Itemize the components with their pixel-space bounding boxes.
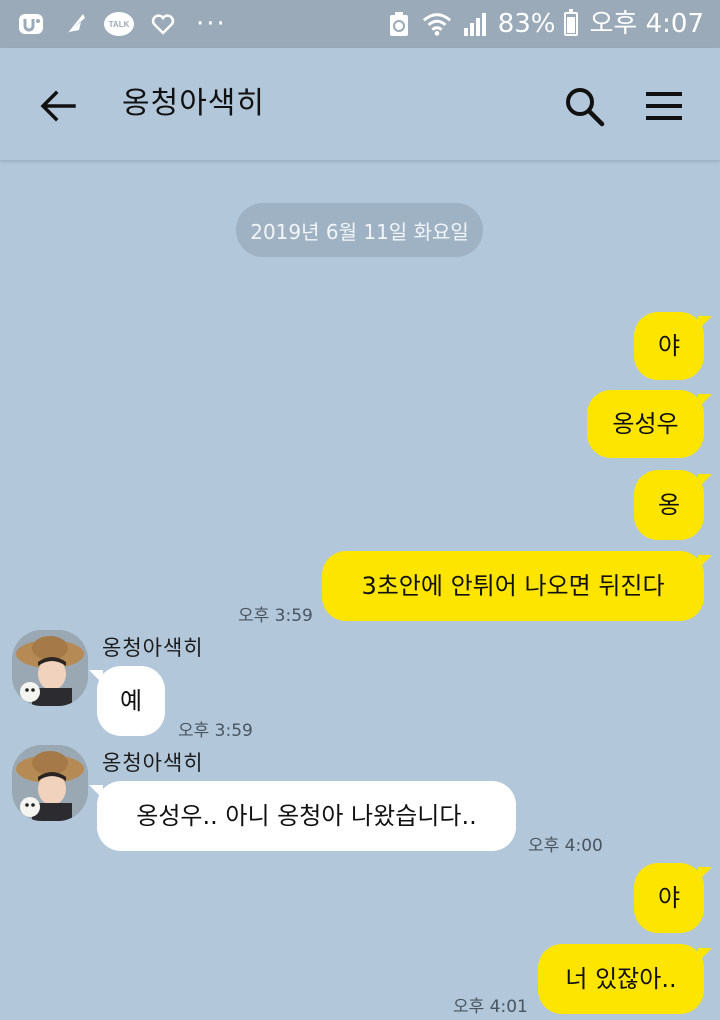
message-text: 야 (657, 884, 681, 912)
menu-button[interactable] (638, 80, 690, 132)
chat-title: 옹청아색히 (122, 86, 265, 121)
sent-message-bubble[interactable]: 야 (634, 863, 712, 933)
message-time: 오후 3:59 (238, 606, 313, 626)
notification-icons: TALK ··· (16, 9, 227, 39)
message-text: 옹성우 (612, 410, 679, 438)
avatar[interactable] (12, 630, 88, 706)
sent-message-bubble[interactable]: 옹 (634, 470, 712, 540)
battery-percent: 83% (497, 9, 556, 39)
message-text: 옹성우.. 아니 옹청아 나왔습니다.. (136, 802, 477, 830)
back-button[interactable] (34, 82, 82, 130)
message-time: 오후 3:59 (178, 721, 253, 741)
signal-icon (460, 9, 490, 39)
sender-name: 옹청아색히 (102, 636, 204, 660)
arrow-left-icon (40, 90, 76, 122)
profile-photo (12, 745, 88, 821)
status-time: 오후 4:07 (589, 9, 705, 39)
received-message-bubble[interactable]: 예 (89, 666, 165, 736)
sent-message-bubble[interactable]: 3초안에 안튀어 나오면 뒤진다 (322, 551, 712, 621)
search-icon (566, 88, 605, 127)
heart-icon (148, 9, 178, 39)
message-time: 오후 4:01 (453, 997, 528, 1017)
avatar[interactable] (12, 745, 88, 821)
hamburger-menu-icon (646, 92, 682, 120)
date-divider: 2019년 6월 11일 화요일 (236, 203, 483, 257)
message-text: 3초안에 안튀어 나오면 뒤진다 (361, 572, 665, 600)
search-button[interactable] (558, 80, 610, 132)
sent-message-bubble[interactable]: 너 있잖아.. (538, 944, 712, 1014)
chat-header: 옹청아색히 (0, 48, 720, 160)
system-status: 83% 오후 4:07 (384, 8, 704, 40)
message-text: 야 (657, 332, 681, 360)
kakaotalk-icon: TALK (104, 9, 134, 39)
app-notification-icon (16, 9, 46, 39)
message-text: 예 (119, 687, 143, 715)
message-text: 너 있잖아.. (565, 965, 677, 993)
recycle-icon (384, 9, 414, 39)
feather-app-icon (60, 9, 90, 39)
sender-name: 옹청아색히 (102, 751, 204, 775)
received-message-bubble[interactable]: 옹성우.. 아니 옹청아 나왔습니다.. (89, 781, 516, 851)
profile-photo (12, 630, 88, 706)
wifi-icon (422, 9, 452, 39)
status-bar: TALK ··· 83% 오후 4:07 (0, 0, 720, 48)
battery-icon (563, 9, 578, 36)
sent-message-bubble[interactable]: 옹성우 (587, 390, 712, 458)
more-notifications-icon: ··· (196, 9, 227, 39)
message-text: 옹 (657, 491, 681, 519)
sent-message-bubble[interactable]: 야 (634, 312, 712, 380)
message-time: 오후 4:00 (528, 836, 603, 856)
